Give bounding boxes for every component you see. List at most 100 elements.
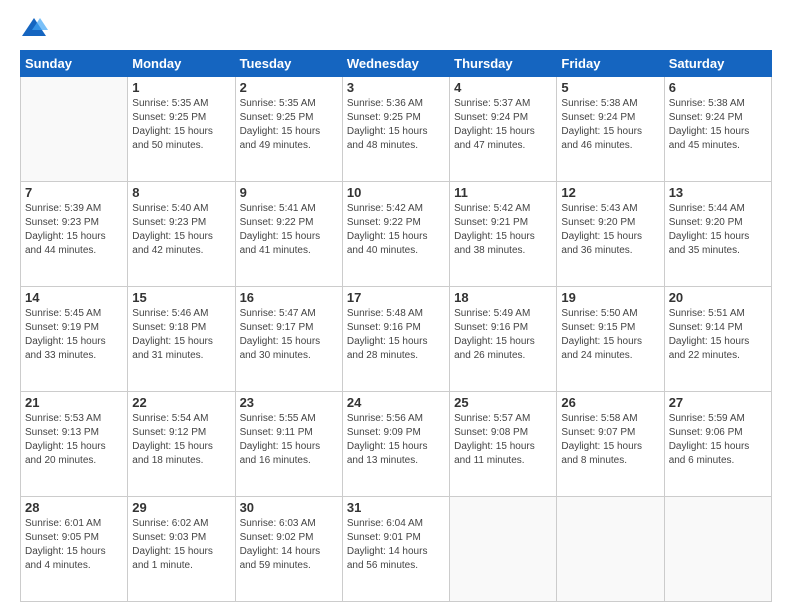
calendar-cell: 12 Sunrise: 5:43 AM Sunset: 9:20 PM Dayli… — [557, 182, 664, 287]
logo — [20, 16, 52, 40]
day-info: Sunrise: 5:55 AM Sunset: 9:11 PM Dayligh… — [240, 412, 338, 468]
day-info: Sunrise: 5:54 AM Sunset: 9:12 PM Dayligh… — [132, 412, 230, 468]
weekday-header-friday: Friday — [557, 51, 664, 77]
week-row-4: 21 Sunrise: 5:53 AM Sunset: 9:13 PM Dayli… — [21, 392, 772, 497]
logo-icon — [20, 16, 48, 40]
calendar-cell: 27 Sunrise: 5:59 AM Sunset: 9:06 PM Dayli… — [664, 392, 771, 497]
calendar-table: SundayMondayTuesdayWednesdayThursdayFrid… — [20, 50, 772, 602]
calendar-cell: 24Sunrise: 5:56 AM Sunset: 9:09 PM Dayli… — [342, 392, 449, 497]
day-number: 6 — [669, 80, 767, 95]
day-number: 23 — [240, 395, 338, 410]
weekday-header-tuesday: Tuesday — [235, 51, 342, 77]
calendar-cell: 29 Sunrise: 6:02 AM Sunset: 9:03 PM Dayli… — [128, 497, 235, 602]
day-info: Sunrise: 5:42 AM Sunset: 9:22 PM Dayligh… — [347, 202, 445, 258]
day-number: 18 — [454, 290, 552, 305]
calendar-cell: 21 Sunrise: 5:53 AM Sunset: 9:13 PM Dayli… — [21, 392, 128, 497]
day-info: Sunrise: 5:53 AM Sunset: 9:13 PM Dayligh… — [25, 412, 123, 468]
calendar-cell — [557, 497, 664, 602]
day-number: 9 — [240, 185, 338, 200]
day-info: Sunrise: 5:38 AM Sunset: 9:24 PM Dayligh… — [561, 97, 659, 153]
day-number: 17 — [347, 290, 445, 305]
weekday-header-row: SundayMondayTuesdayWednesdayThursdayFrid… — [21, 51, 772, 77]
day-info: Sunrise: 5:57 AM Sunset: 9:08 PM Dayligh… — [454, 412, 552, 468]
calendar-cell: 28 Sunrise: 6:01 AM Sunset: 9:05 PM Dayli… — [21, 497, 128, 602]
day-number: 2 — [240, 80, 338, 95]
day-info: Sunrise: 5:44 AM Sunset: 9:20 PM Dayligh… — [669, 202, 767, 258]
day-info: Sunrise: 5:49 AM Sunset: 9:16 PM Dayligh… — [454, 307, 552, 363]
day-info: Sunrise: 5:48 AM Sunset: 9:16 PM Dayligh… — [347, 307, 445, 363]
calendar-cell — [21, 77, 128, 182]
day-number: 4 — [454, 80, 552, 95]
day-number: 19 — [561, 290, 659, 305]
calendar-cell: 1 Sunrise: 5:35 AM Sunset: 9:25 PM Daylig… — [128, 77, 235, 182]
day-number: 1 — [132, 80, 230, 95]
day-info: Sunrise: 5:43 AM Sunset: 9:20 PM Dayligh… — [561, 202, 659, 258]
week-row-2: 7Sunrise: 5:39 AM Sunset: 9:23 PM Daylig… — [21, 182, 772, 287]
day-number: 12 — [561, 185, 659, 200]
calendar-cell: 15 Sunrise: 5:46 AM Sunset: 9:18 PM Dayli… — [128, 287, 235, 392]
calendar-cell: 16 Sunrise: 5:47 AM Sunset: 9:17 PM Dayli… — [235, 287, 342, 392]
day-number: 16 — [240, 290, 338, 305]
page: SundayMondayTuesdayWednesdayThursdayFrid… — [0, 0, 792, 612]
calendar-cell: 30 Sunrise: 6:03 AM Sunset: 9:02 PM Dayli… — [235, 497, 342, 602]
calendar-cell: 26 Sunrise: 5:58 AM Sunset: 9:07 PM Dayli… — [557, 392, 664, 497]
day-info: Sunrise: 5:36 AM Sunset: 9:25 PM Dayligh… — [347, 97, 445, 153]
day-info: Sunrise: 5:51 AM Sunset: 9:14 PM Dayligh… — [669, 307, 767, 363]
calendar-cell: 14 Sunrise: 5:45 AM Sunset: 9:19 PM Dayli… — [21, 287, 128, 392]
day-number: 11 — [454, 185, 552, 200]
day-info: Sunrise: 5:37 AM Sunset: 9:24 PM Dayligh… — [454, 97, 552, 153]
day-number: 20 — [669, 290, 767, 305]
calendar-cell: 13 Sunrise: 5:44 AM Sunset: 9:20 PM Dayli… — [664, 182, 771, 287]
day-number: 26 — [561, 395, 659, 410]
day-info: Sunrise: 5:38 AM Sunset: 9:24 PM Dayligh… — [669, 97, 767, 153]
day-info: Sunrise: 5:35 AM Sunset: 9:25 PM Dayligh… — [132, 97, 230, 153]
day-info: Sunrise: 5:47 AM Sunset: 9:17 PM Dayligh… — [240, 307, 338, 363]
day-number: 27 — [669, 395, 767, 410]
calendar-cell: 10Sunrise: 5:42 AM Sunset: 9:22 PM Dayli… — [342, 182, 449, 287]
day-number: 14 — [25, 290, 123, 305]
header — [20, 16, 772, 40]
calendar-cell — [664, 497, 771, 602]
day-number: 8 — [132, 185, 230, 200]
calendar-cell: 6 Sunrise: 5:38 AM Sunset: 9:24 PM Daylig… — [664, 77, 771, 182]
day-info: Sunrise: 5:50 AM Sunset: 9:15 PM Dayligh… — [561, 307, 659, 363]
day-number: 24 — [347, 395, 445, 410]
week-row-5: 28 Sunrise: 6:01 AM Sunset: 9:05 PM Dayli… — [21, 497, 772, 602]
calendar-cell: 19 Sunrise: 5:50 AM Sunset: 9:15 PM Dayli… — [557, 287, 664, 392]
day-number: 13 — [669, 185, 767, 200]
calendar-cell — [450, 497, 557, 602]
day-info: Sunrise: 5:58 AM Sunset: 9:07 PM Dayligh… — [561, 412, 659, 468]
day-info: Sunrise: 5:45 AM Sunset: 9:19 PM Dayligh… — [25, 307, 123, 363]
weekday-header-thursday: Thursday — [450, 51, 557, 77]
calendar-cell: 5 Sunrise: 5:38 AM Sunset: 9:24 PM Daylig… — [557, 77, 664, 182]
day-info: Sunrise: 5:59 AM Sunset: 9:06 PM Dayligh… — [669, 412, 767, 468]
day-number: 5 — [561, 80, 659, 95]
calendar-cell: 2Sunrise: 5:35 AM Sunset: 9:25 PM Daylig… — [235, 77, 342, 182]
weekday-header-sunday: Sunday — [21, 51, 128, 77]
day-info: Sunrise: 6:01 AM Sunset: 9:05 PM Dayligh… — [25, 517, 123, 573]
day-info: Sunrise: 5:46 AM Sunset: 9:18 PM Dayligh… — [132, 307, 230, 363]
day-info: Sunrise: 6:02 AM Sunset: 9:03 PM Dayligh… — [132, 517, 230, 573]
calendar-cell: 31Sunrise: 6:04 AM Sunset: 9:01 PM Dayli… — [342, 497, 449, 602]
day-number: 15 — [132, 290, 230, 305]
day-number: 3 — [347, 80, 445, 95]
calendar-cell: 11Sunrise: 5:42 AM Sunset: 9:21 PM Dayli… — [450, 182, 557, 287]
day-number: 22 — [132, 395, 230, 410]
calendar-cell: 3 Sunrise: 5:36 AM Sunset: 9:25 PM Daylig… — [342, 77, 449, 182]
calendar-cell: 9 Sunrise: 5:41 AM Sunset: 9:22 PM Daylig… — [235, 182, 342, 287]
day-info: Sunrise: 5:39 AM Sunset: 9:23 PM Dayligh… — [25, 202, 123, 258]
day-info: Sunrise: 5:41 AM Sunset: 9:22 PM Dayligh… — [240, 202, 338, 258]
day-number: 25 — [454, 395, 552, 410]
weekday-header-saturday: Saturday — [664, 51, 771, 77]
weekday-header-wednesday: Wednesday — [342, 51, 449, 77]
day-info: Sunrise: 6:03 AM Sunset: 9:02 PM Dayligh… — [240, 517, 338, 573]
day-number: 30 — [240, 500, 338, 515]
calendar-cell: 25 Sunrise: 5:57 AM Sunset: 9:08 PM Dayli… — [450, 392, 557, 497]
calendar-cell: 22 Sunrise: 5:54 AM Sunset: 9:12 PM Dayli… — [128, 392, 235, 497]
day-number: 21 — [25, 395, 123, 410]
day-info: Sunrise: 5:40 AM Sunset: 9:23 PM Dayligh… — [132, 202, 230, 258]
day-number: 29 — [132, 500, 230, 515]
weekday-header-monday: Monday — [128, 51, 235, 77]
day-number: 31 — [347, 500, 445, 515]
day-number: 28 — [25, 500, 123, 515]
